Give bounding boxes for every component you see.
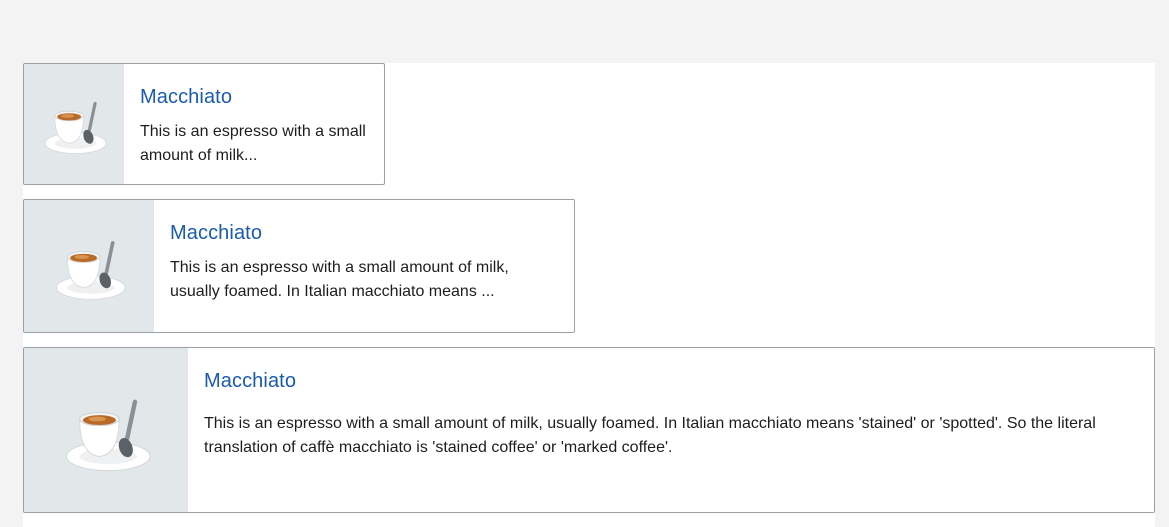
card-description: This is an espresso with a small amount …: [170, 259, 509, 300]
card-image: [24, 348, 188, 512]
espresso-cup-icon: [56, 241, 126, 300]
espresso-cup-icon: [65, 399, 151, 472]
product-card-large[interactable]: Macchiato This is an espresso with a sma…: [23, 347, 1155, 513]
espresso-cup-icon: [44, 101, 107, 154]
card-body: Macchiato This is an espresso with a sma…: [154, 200, 574, 332]
card-description: This is an espresso with a small amount …: [204, 415, 1096, 456]
card-description: This is an espresso with a small amount …: [140, 123, 366, 164]
card-title[interactable]: Macchiato: [170, 221, 558, 245]
card-title[interactable]: Macchiato: [204, 369, 1138, 393]
product-card-small[interactable]: Macchiato This is an espresso with a sma…: [23, 63, 385, 185]
card-image: [24, 64, 124, 184]
card-image: [24, 200, 154, 332]
card-body: Macchiato This is an espresso with a sma…: [124, 64, 384, 184]
product-card-medium[interactable]: Macchiato This is an espresso with a sma…: [23, 199, 575, 333]
card-title[interactable]: Macchiato: [140, 85, 368, 109]
card-body: Macchiato This is an espresso with a sma…: [188, 348, 1154, 512]
